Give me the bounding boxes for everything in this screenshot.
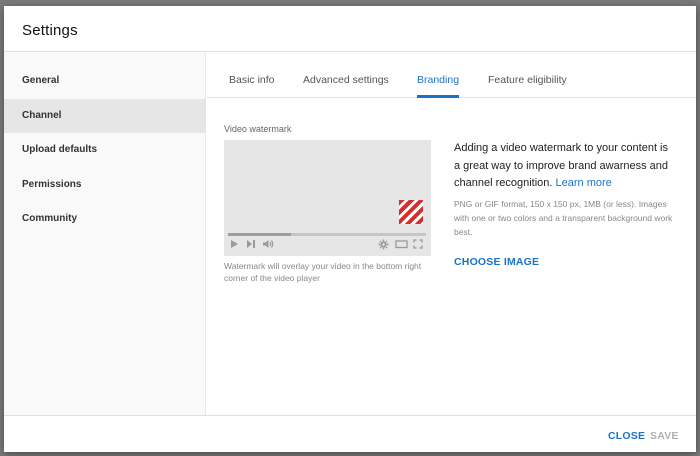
close-button[interactable]: CLOSE [608,430,645,442]
dialog-title: Settings [22,22,78,39]
watermark-placeholder-icon [399,200,423,224]
preview-progress-bar [228,233,426,236]
dialog-footer: CLOSE SAVE [4,415,696,452]
next-icon [246,239,256,251]
sidebar-item-channel[interactable]: Channel [4,99,206,133]
learn-more-link[interactable]: Learn more [556,177,612,189]
tab-feature-eligibility[interactable]: Feature eligibility [488,52,567,98]
volume-icon [262,239,274,251]
settings-sidebar: General Channel Upload defaults Permissi… [4,52,206,415]
dialog-header: Settings [4,6,696,52]
settings-main: Basic info Advanced settings Branding Fe… [207,52,696,415]
format-note: PNG or GIF format, 150 x 150 px, 1MB (or… [454,199,673,237]
settings-gear-icon [378,239,389,252]
choose-image-button[interactable]: CHOOSE IMAGE [454,256,539,268]
preview-progress-fill [228,233,292,236]
settings-dialog: Settings General Channel Upload defaults… [4,6,696,452]
tab-advanced-settings[interactable]: Advanced settings [303,52,389,98]
tab-bar: Basic info Advanced settings Branding Fe… [207,52,696,98]
watermark-caption: Watermark will overlay your video in the… [224,261,422,283]
sidebar-item-permissions[interactable]: Permissions [4,168,206,202]
sidebar-item-community[interactable]: Community [4,202,206,236]
sidebar-item-general[interactable]: General [4,64,206,98]
play-icon [230,239,239,251]
sidebar-item-upload-defaults[interactable]: Upload defaults [4,133,206,167]
theater-mode-icon [395,239,408,251]
save-button: SAVE [650,430,679,442]
tab-basic-info[interactable]: Basic info [229,52,275,98]
watermark-description: Adding a video watermark to your content… [454,140,669,193]
video-watermark-label: Video watermark [224,124,292,134]
tab-branding[interactable]: Branding [417,52,460,98]
fullscreen-icon [413,239,423,251]
watermark-preview [224,140,431,256]
